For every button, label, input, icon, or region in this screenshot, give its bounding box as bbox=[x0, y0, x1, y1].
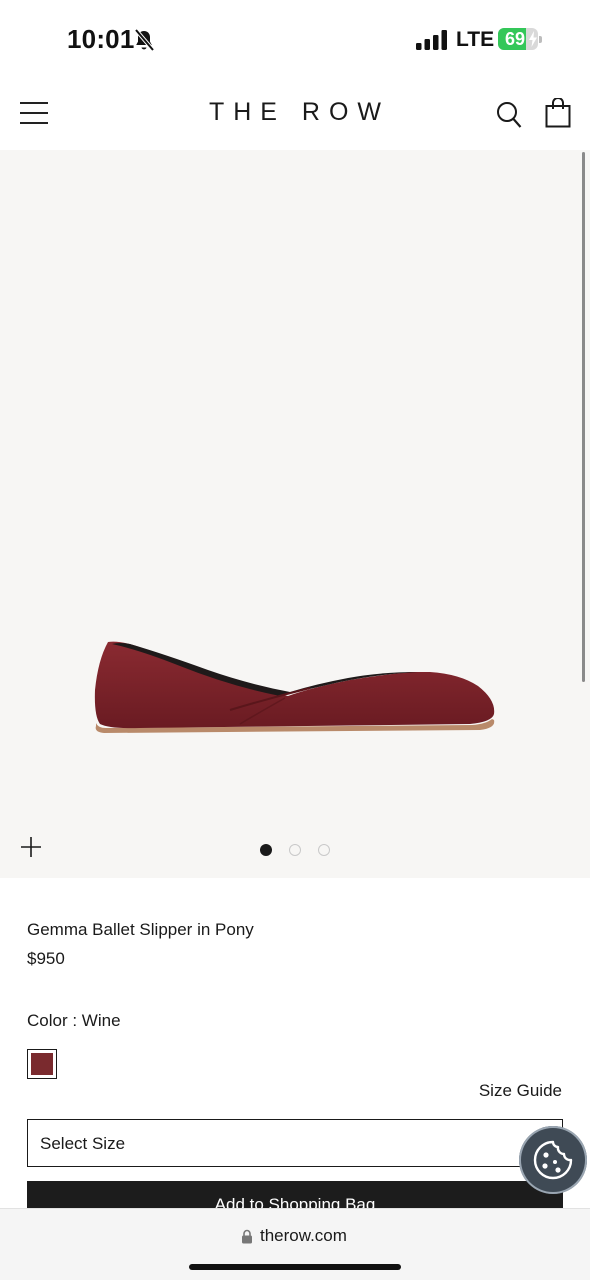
product-info: Gemma Ballet Slipper in Pony $950 Color … bbox=[0, 878, 590, 1229]
size-guide-link[interactable]: Size Guide bbox=[479, 1081, 562, 1101]
carousel-dots bbox=[258, 844, 338, 858]
site-header: THE ROW bbox=[0, 78, 590, 150]
cookie-settings-button[interactable] bbox=[519, 1126, 587, 1194]
signal-bars-icon bbox=[416, 30, 447, 50]
lock-icon bbox=[242, 1229, 252, 1244]
battery-percent: 69 bbox=[504, 29, 526, 49]
scrollbar[interactable] bbox=[582, 152, 585, 682]
product-image[interactable] bbox=[80, 620, 510, 750]
color-swatch-wine[interactable] bbox=[27, 1049, 57, 1079]
product-gallery[interactable] bbox=[0, 150, 590, 878]
bell-slash-icon bbox=[134, 28, 155, 52]
swatch-fill bbox=[31, 1053, 53, 1075]
network-type: LTE bbox=[456, 28, 495, 51]
status-bar: 10:01 LTE 69 bbox=[0, 0, 590, 78]
cookie-icon bbox=[533, 1140, 573, 1180]
shopping-bag-icon[interactable] bbox=[545, 98, 571, 128]
battery-icon: 69 bbox=[498, 28, 542, 52]
home-indicator[interactable] bbox=[189, 1264, 401, 1270]
search-icon[interactable] bbox=[496, 101, 522, 129]
carousel-dot[interactable] bbox=[260, 844, 272, 856]
size-select-label: Select Size bbox=[40, 1134, 126, 1153]
product-name: Gemma Ballet Slipper in Pony bbox=[27, 920, 254, 939]
product-price: $950 bbox=[27, 949, 65, 968]
carousel-dot[interactable] bbox=[318, 844, 330, 856]
carousel-dot[interactable] bbox=[289, 844, 301, 856]
browser-address-bar[interactable]: therow.com bbox=[0, 1208, 590, 1280]
color-label: Color : Wine bbox=[27, 1011, 121, 1030]
status-time: 10:01 bbox=[67, 24, 135, 54]
charging-bolt-icon bbox=[529, 31, 537, 47]
size-select[interactable]: Select Size bbox=[27, 1119, 563, 1167]
plus-icon[interactable] bbox=[20, 836, 42, 858]
url-text[interactable]: therow.com bbox=[260, 1226, 347, 1246]
